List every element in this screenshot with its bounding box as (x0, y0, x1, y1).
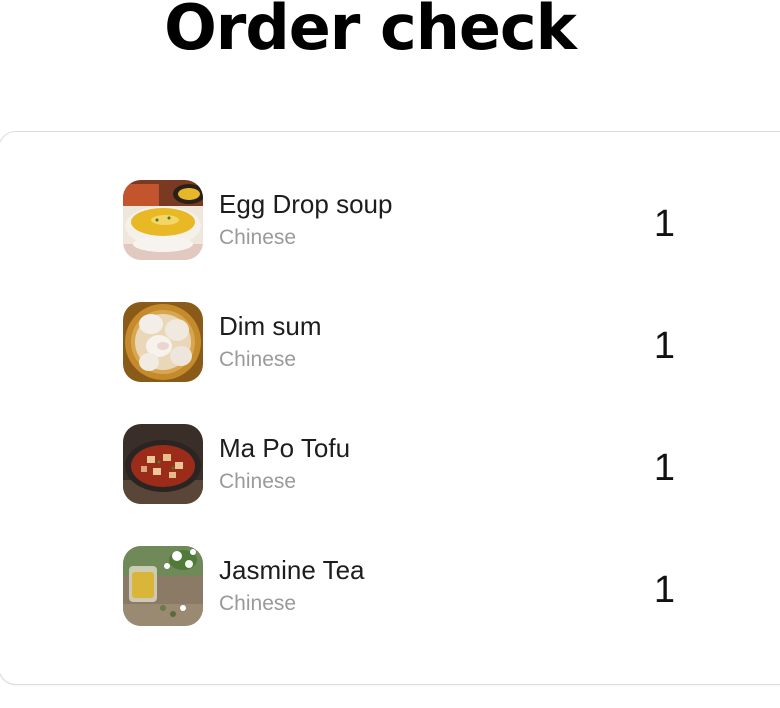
item-quantity: 1 (653, 447, 675, 489)
order-list-card: Egg Drop soup Chinese 1 Dim sum Chinese … (0, 131, 780, 685)
egg-drop-soup-image (123, 180, 203, 260)
item-quantity: 1 (653, 569, 675, 611)
item-quantity: 1 (653, 325, 675, 367)
list-item[interactable]: Jasmine Tea Chinese 1 (123, 546, 683, 626)
item-cuisine: Chinese (219, 592, 297, 615)
dim-sum-image (123, 302, 203, 382)
item-cuisine: Chinese (219, 226, 297, 249)
list-item[interactable]: Dim sum Chinese 1 (123, 302, 683, 382)
jasmine-tea-image (123, 546, 203, 626)
list-item[interactable]: Ma Po Tofu Chinese 1 (123, 424, 683, 504)
ma-po-tofu-image (123, 424, 203, 504)
page-title: Order check (164, 0, 577, 64)
order-check-screen: Order check Egg Drop soup Chinese 1 Dim … (0, 0, 780, 708)
item-cuisine: Chinese (219, 470, 297, 493)
item-name: Dim sum (219, 311, 322, 341)
item-quantity: 1 (653, 203, 675, 245)
list-item[interactable]: Egg Drop soup Chinese 1 (123, 180, 683, 260)
item-cuisine: Chinese (219, 348, 297, 371)
item-name: Jasmine Tea (219, 555, 365, 585)
item-name: Ma Po Tofu (219, 433, 351, 463)
item-name: Egg Drop soup (219, 189, 393, 219)
